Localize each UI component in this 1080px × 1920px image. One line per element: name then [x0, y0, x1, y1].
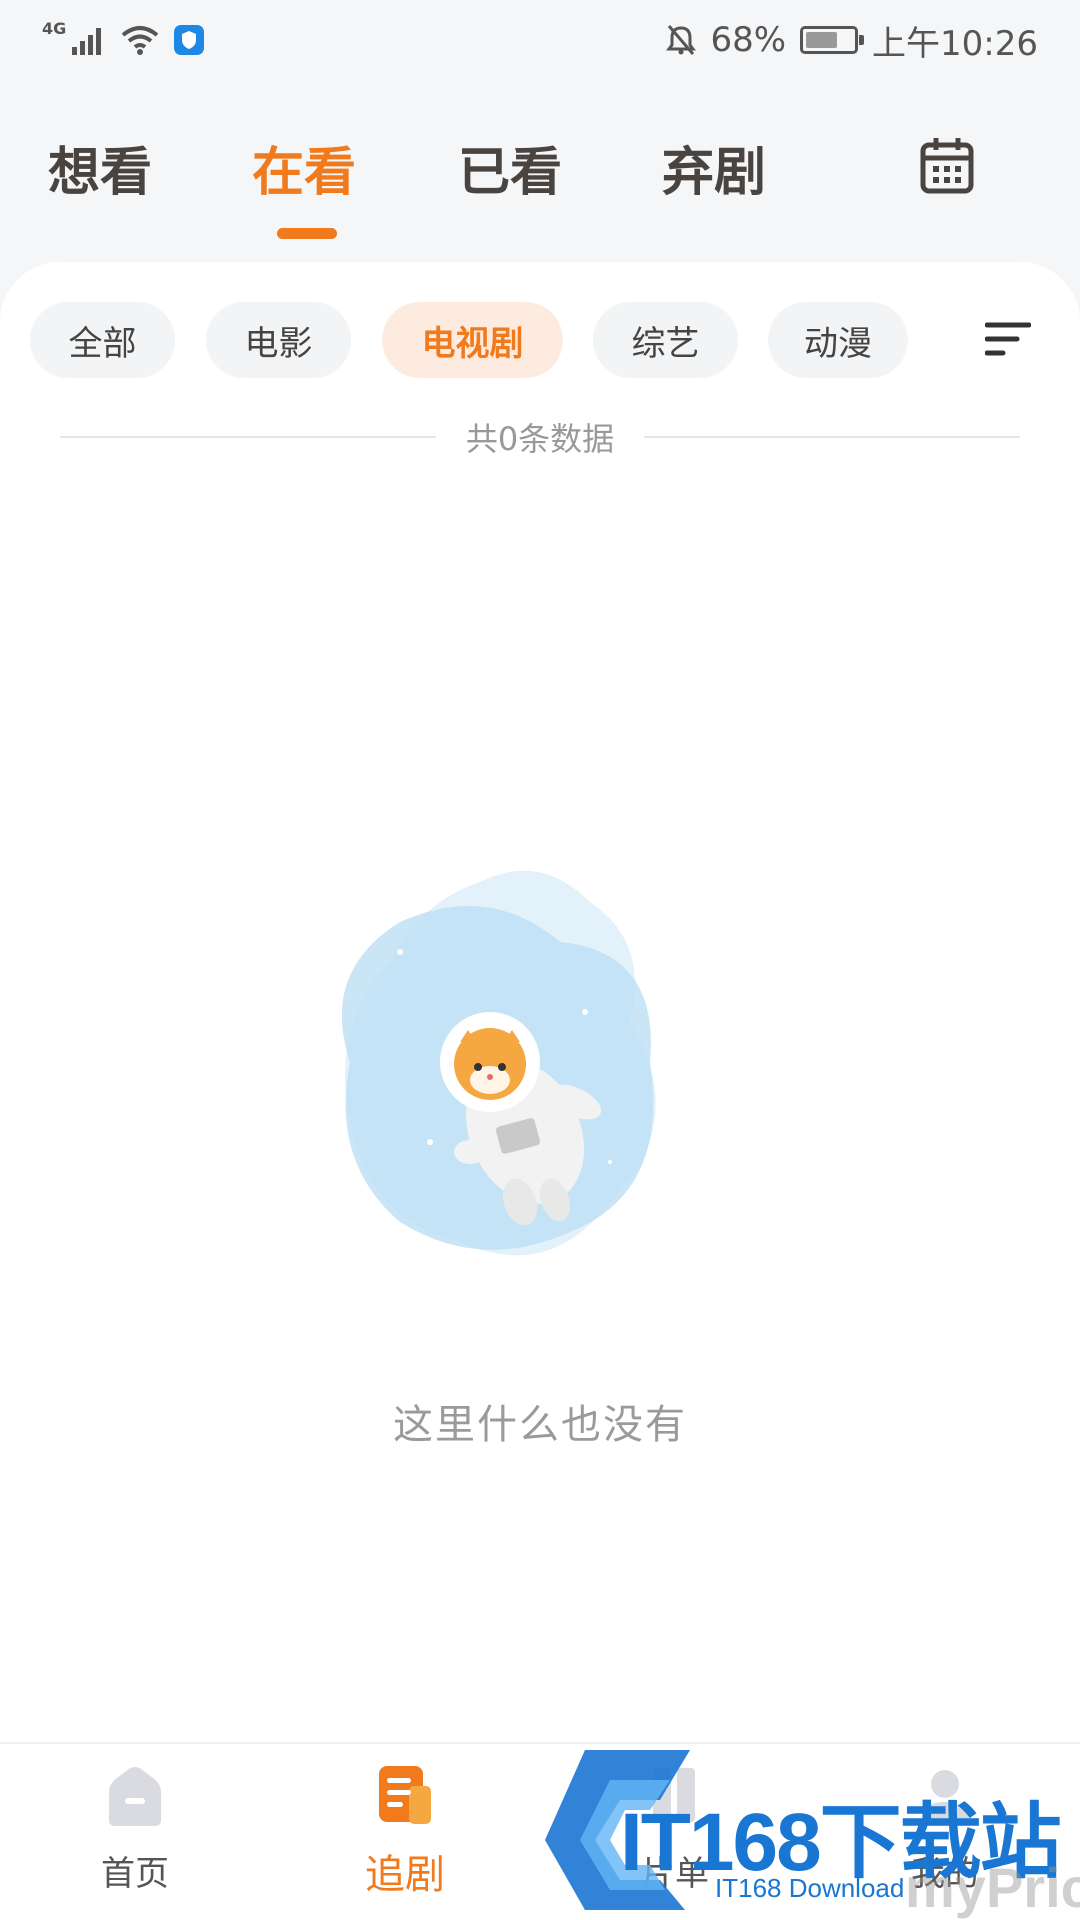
battery-icon — [800, 26, 865, 54]
battery-percent: 68% — [710, 20, 787, 60]
filter-all[interactable]: 全部 — [30, 302, 175, 378]
active-tab-indicator — [277, 228, 337, 239]
calendar-icon[interactable] — [920, 136, 974, 194]
clock: 上午10:26 — [872, 23, 1038, 64]
status-left: 4G — [42, 19, 205, 56]
tracking-icon — [379, 1766, 431, 1824]
filter-variety[interactable]: 综艺 — [593, 302, 738, 378]
filter-tv-series[interactable]: 电视剧 — [382, 302, 563, 378]
divider-right — [644, 436, 1020, 438]
empty-state-message: 这里什么也没有 — [393, 1402, 687, 1448]
status-right: 68% 上午10:26 — [666, 16, 1038, 65]
status-bar: 4G 68% 上午10:26 — [0, 0, 1080, 80]
tab-dropped[interactable]: 弃剧 — [662, 130, 766, 205]
sort-icon[interactable] — [985, 320, 1031, 358]
wifi-icon — [121, 26, 159, 55]
filter-chips: 全部 电影 电视剧 综艺 动漫 — [0, 302, 1080, 378]
record-count: 共0条数据 — [60, 412, 1020, 462]
tab-watched[interactable]: 已看 — [458, 130, 562, 205]
record-count-text: 共0条数据 — [465, 420, 615, 458]
filter-movie[interactable]: 电影 — [206, 302, 351, 378]
watermark-sub-text: IT168 Download — [715, 1873, 905, 1903]
content-card: 全部 电影 电视剧 综艺 动漫 共0条数据 这里什么也没有 — [0, 262, 1080, 1742]
network-type: 4G — [42, 18, 67, 38]
tab-watching[interactable]: 在看 — [252, 130, 356, 205]
battery-level — [806, 32, 838, 48]
nav-home-label: 首页 — [101, 1854, 169, 1894]
tab-want-to-watch[interactable]: 想看 — [48, 130, 152, 205]
mute-bell-icon — [666, 25, 697, 55]
signal-icon — [72, 28, 102, 55]
watermark-logo: IT168下载站 IT168 Download myPrice — [540, 1735, 1080, 1920]
home-icon — [109, 1767, 161, 1826]
empty-astronaut-cat-illustration — [341, 870, 656, 1256]
nav-tracking-label: 追剧 — [365, 1852, 445, 1898]
filter-anime[interactable]: 动漫 — [768, 302, 908, 378]
shield-icon — [174, 25, 205, 55]
nav-home[interactable]: 首页 — [35, 1764, 235, 1895]
watermark-brand-text: myPrice — [905, 1856, 1080, 1919]
top-tabs: 想看 在看 已看 弃剧 — [0, 120, 1080, 260]
divider-left — [60, 436, 436, 438]
nav-tracking[interactable]: 追剧 — [305, 1764, 505, 1900]
